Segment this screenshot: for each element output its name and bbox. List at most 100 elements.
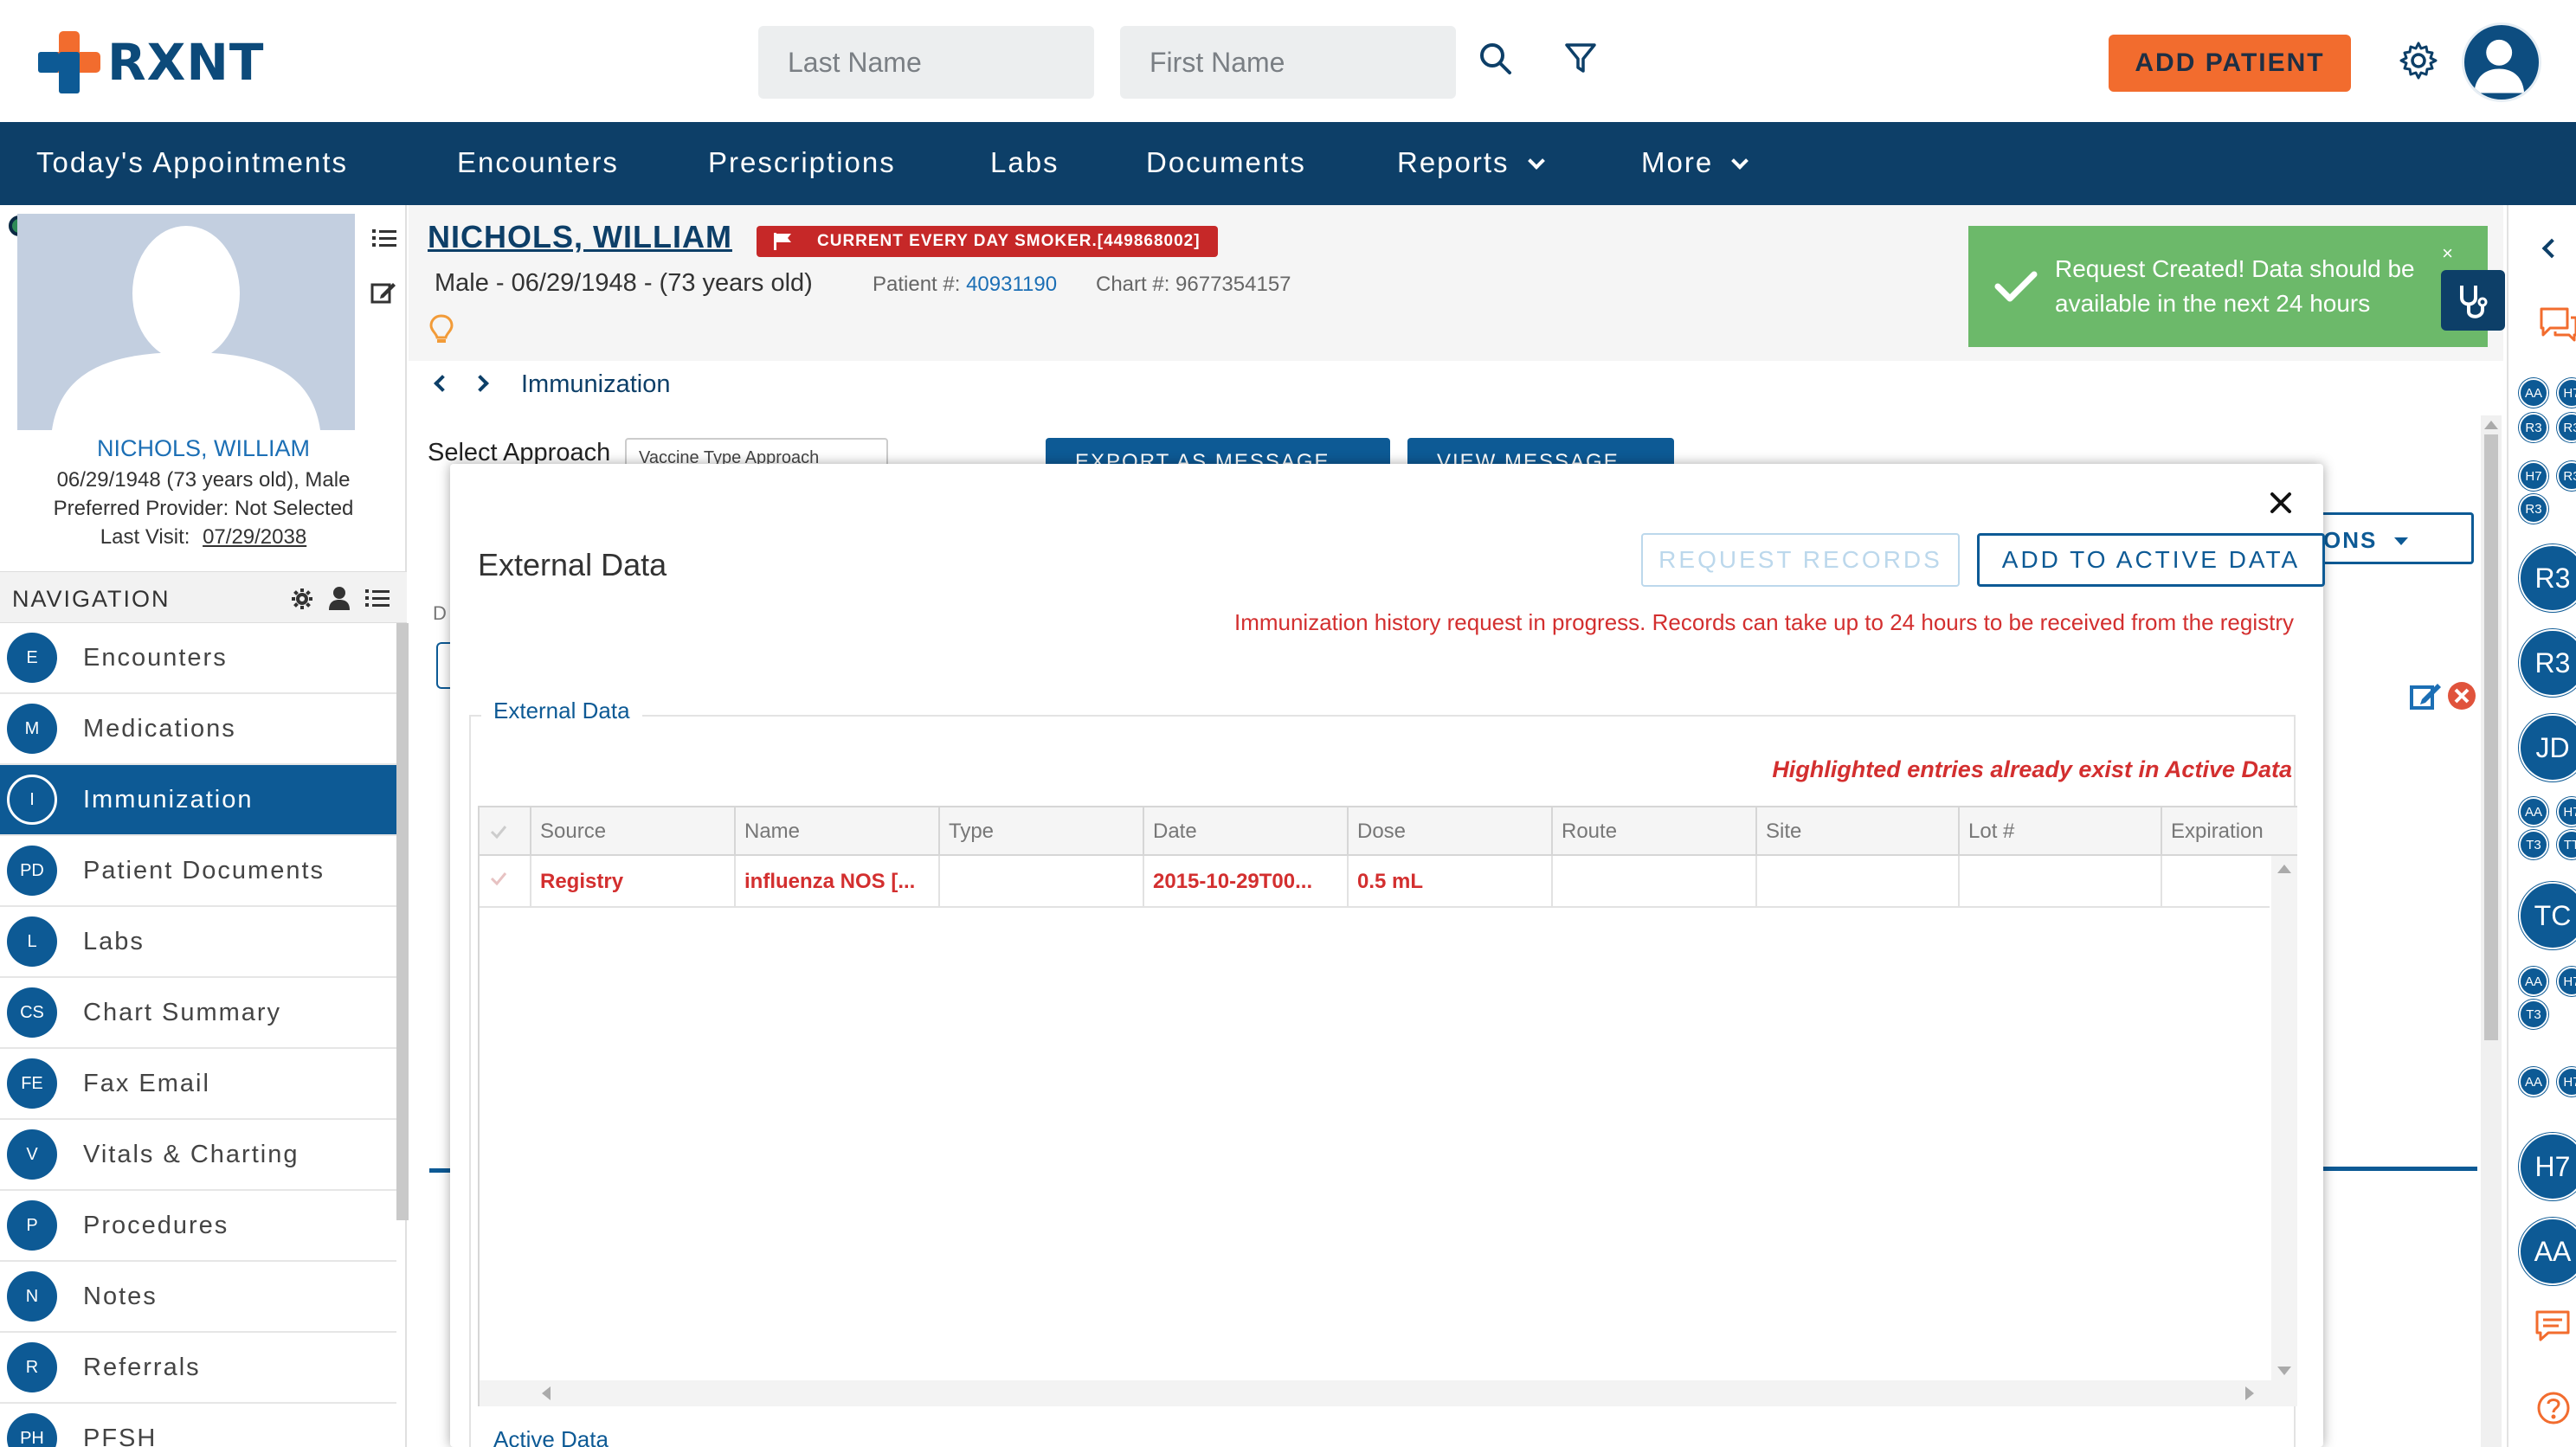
column-header-route[interactable]: Route: [1553, 807, 1757, 856]
nav-prescriptions[interactable]: Prescriptions: [708, 146, 896, 179]
forward-arrow-icon[interactable]: [472, 375, 489, 392]
column-header-source[interactable]: Source: [531, 807, 736, 856]
row-checkbox[interactable]: [480, 856, 531, 908]
collapse-chevron-icon[interactable]: [2541, 238, 2562, 259]
sidebar-item-notes[interactable]: N Notes: [0, 1262, 396, 1333]
nav-documents[interactable]: Documents: [1146, 146, 1306, 179]
chart-number: Chart #: 9677354157: [1096, 273, 1291, 296]
user-badge[interactable]: H7: [2557, 797, 2576, 826]
select-all-checkbox[interactable]: [480, 807, 531, 856]
user-badge[interactable]: AA: [2519, 967, 2548, 996]
scroll-right-icon[interactable]: [2245, 1386, 2254, 1400]
patient-name-link[interactable]: NICHOLS, WILLIAM: [97, 435, 310, 461]
user-badge-large[interactable]: H7: [2519, 1133, 2576, 1200]
back-arrow-icon[interactable]: [434, 375, 451, 392]
column-header-expiration[interactable]: Expiration: [2162, 807, 2297, 856]
user-badge[interactable]: AA: [2519, 1067, 2548, 1097]
edit-icon[interactable]: [370, 280, 396, 305]
sidebar-item-encounters[interactable]: E Encounters: [0, 623, 396, 694]
user-badge[interactable]: AA: [2519, 378, 2548, 408]
user-badge[interactable]: AA: [2519, 797, 2548, 826]
last-name-input[interactable]: [758, 26, 1094, 99]
table-row[interactable]: Registry influenza NOS [... 2015-10-29T0…: [480, 856, 2270, 908]
rxnt-logo[interactable]: RXNT: [36, 29, 264, 95]
column-header-type[interactable]: Type: [940, 807, 1144, 856]
add-to-active-data-button[interactable]: ADD TO ACTIVE DATA: [1977, 533, 2325, 587]
sidebar-item-pfsh[interactable]: PH PFSH: [0, 1404, 396, 1447]
sidebar-scrollbar[interactable]: [396, 623, 409, 1220]
user-avatar-icon[interactable]: [2462, 23, 2541, 102]
nav-labs[interactable]: Labs: [990, 146, 1059, 179]
edit-icon[interactable]: [2410, 680, 2446, 711]
user-badge-large[interactable]: TC: [2519, 882, 2576, 949]
help-icon[interactable]: [2536, 1391, 2571, 1425]
sidebar-item-medications[interactable]: M Medications: [0, 694, 396, 765]
scroll-up-icon[interactable]: [2484, 421, 2498, 429]
lightbulb-icon[interactable]: [429, 314, 454, 345]
nav-reports[interactable]: Reports: [1397, 146, 1545, 179]
filter-icon[interactable]: [1560, 38, 1601, 80]
list-icon[interactable]: [365, 588, 390, 608]
list-icon[interactable]: [372, 228, 396, 248]
request-records-button[interactable]: REQUEST RECORDS: [1641, 533, 1960, 587]
nav-encounters[interactable]: Encounters: [457, 146, 619, 179]
user-badge[interactable]: H7: [2557, 967, 2576, 996]
user-badge[interactable]: H7: [2557, 1067, 2576, 1097]
nav-todays-appointments[interactable]: Today's Appointments: [36, 146, 348, 179]
column-header-name[interactable]: Name: [736, 807, 940, 856]
sidebar-item-referrals[interactable]: R Referrals: [0, 1333, 396, 1404]
sidebar-item-fax-email[interactable]: FE Fax Email: [0, 1049, 396, 1120]
user-badge[interactable]: R3: [2519, 413, 2548, 442]
user-badge[interactable]: R3: [2557, 413, 2576, 442]
toast-close-button[interactable]: ×: [2442, 236, 2453, 271]
user-badge[interactable]: H7: [2519, 461, 2548, 491]
scroll-down-icon[interactable]: [2277, 1367, 2291, 1375]
column-header-date[interactable]: Date: [1144, 807, 1349, 856]
delete-icon[interactable]: [2446, 680, 2477, 711]
user-badge[interactable]: TT: [2557, 830, 2576, 859]
sidebar-item-labs[interactable]: L Labs: [0, 907, 396, 978]
sidebar-item-chart-summary[interactable]: CS Chart Summary: [0, 978, 396, 1049]
nav-badge: V: [7, 1129, 57, 1180]
last-visit-date[interactable]: 07/29/2038: [203, 525, 306, 549]
gear-icon[interactable]: [2398, 40, 2439, 81]
sidebar-item-vitals-charting[interactable]: V Vitals & Charting: [0, 1120, 396, 1191]
column-header-dose[interactable]: Dose: [1349, 807, 1553, 856]
user-badge[interactable]: R3: [2557, 461, 2576, 491]
search-icon[interactable]: [1475, 38, 1517, 80]
scrollbar-thumb[interactable]: [2484, 434, 2498, 1040]
smoker-alert-badge[interactable]: CURRENT EVERY DAY SMOKER.[449868002]: [757, 226, 1218, 257]
external-data-legend: External Data: [481, 698, 642, 724]
sidebar-item-immunization[interactable]: I Immunization: [0, 765, 396, 836]
scroll-left-icon[interactable]: [542, 1386, 551, 1400]
nav-more[interactable]: More: [1641, 146, 1749, 179]
options-dropdown-button[interactable]: ONS: [2323, 512, 2474, 564]
page-scrollbar[interactable]: [2481, 415, 2502, 1447]
close-icon[interactable]: [2268, 490, 2294, 516]
add-patient-button[interactable]: ADD PATIENT: [2109, 35, 2351, 92]
user-badge-large[interactable]: AA: [2519, 1218, 2576, 1285]
column-header-lot[interactable]: Lot #: [1960, 807, 2162, 856]
grid-vertical-scrollbar[interactable]: [2271, 856, 2297, 1406]
sidebar-item-procedures[interactable]: P Procedures: [0, 1191, 396, 1262]
gear-icon[interactable]: [291, 588, 313, 610]
nav-badge: P: [7, 1200, 57, 1251]
user-badge[interactable]: R3: [2519, 494, 2548, 524]
chat-icon[interactable]: [2538, 305, 2576, 344]
stethoscope-button[interactable]: [2441, 270, 2505, 331]
user-badge-large[interactable]: JD: [2519, 714, 2576, 781]
message-icon[interactable]: [2534, 1309, 2571, 1342]
patient-number-value[interactable]: 40931190: [966, 273, 1057, 296]
user-badge[interactable]: H7: [2557, 378, 2576, 408]
user-badge[interactable]: T3: [2519, 830, 2548, 859]
first-name-input[interactable]: [1120, 26, 1456, 99]
column-header-site[interactable]: Site: [1757, 807, 1960, 856]
grid-horizontal-scrollbar[interactable]: [480, 1380, 2271, 1406]
user-badge-large[interactable]: R3: [2519, 544, 2576, 612]
user-badge-large[interactable]: R3: [2519, 629, 2576, 697]
person-icon[interactable]: [329, 586, 350, 610]
user-badge[interactable]: T3: [2519, 1000, 2548, 1029]
scroll-up-icon[interactable]: [2277, 865, 2291, 873]
patient-name-heading[interactable]: NICHOLS, WILLIAM: [428, 219, 732, 255]
sidebar-item-patient-documents[interactable]: PD Patient Documents: [0, 836, 396, 907]
